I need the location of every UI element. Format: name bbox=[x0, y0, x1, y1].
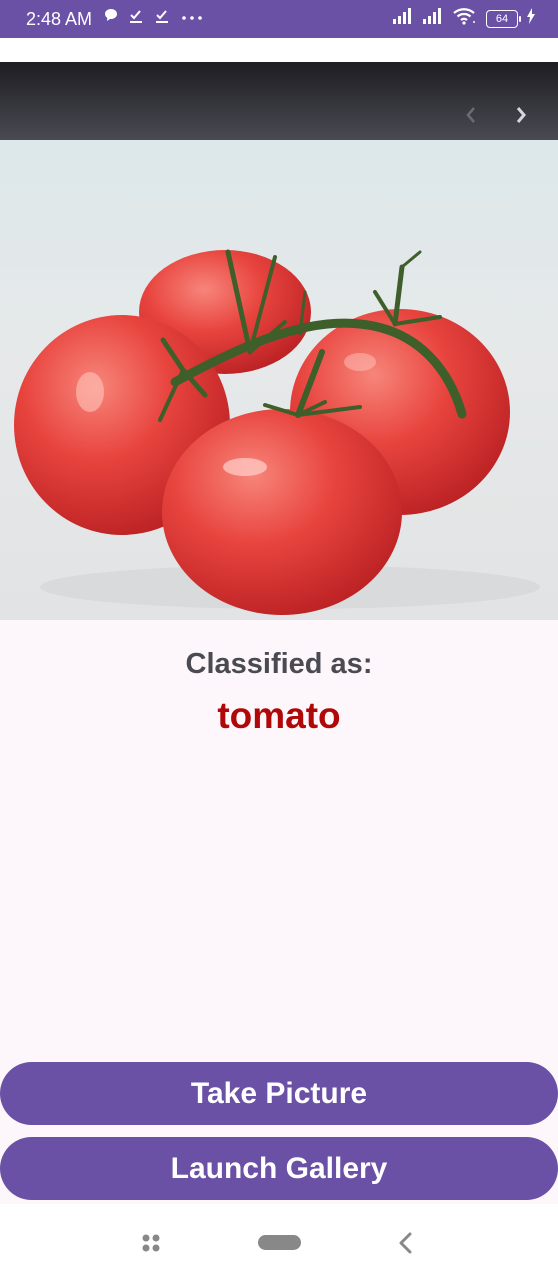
status-bar: 2:48 AM 64 bbox=[0, 0, 558, 38]
check-icon bbox=[128, 8, 144, 29]
tomato-photo bbox=[0, 62, 558, 620]
back-icon[interactable] bbox=[396, 1232, 416, 1254]
battery-icon: 64 bbox=[486, 9, 521, 28]
recent-apps-icon[interactable] bbox=[140, 1232, 162, 1254]
navigation-bar bbox=[0, 1204, 558, 1280]
signal-icon bbox=[392, 7, 414, 30]
chat-bubble-icon bbox=[104, 8, 118, 29]
battery-level: 64 bbox=[495, 12, 509, 25]
system-icons: 64 bbox=[392, 7, 536, 30]
notification-icons bbox=[104, 8, 204, 29]
signal-icon bbox=[422, 7, 444, 30]
more-dots-icon bbox=[180, 8, 204, 29]
take-picture-button[interactable]: Take Picture bbox=[0, 1062, 558, 1125]
launch-gallery-button[interactable]: Launch Gallery bbox=[0, 1137, 558, 1200]
charging-icon bbox=[526, 8, 536, 29]
classified-image bbox=[0, 62, 558, 620]
status-time: 2:48 AM bbox=[26, 9, 93, 29]
wifi-icon bbox=[452, 7, 478, 30]
home-icon[interactable] bbox=[258, 1235, 301, 1250]
classified-label: Classified as: bbox=[185, 648, 373, 680]
check-icon bbox=[154, 8, 170, 29]
photo-top-margin bbox=[0, 38, 558, 62]
classification-result: tomato bbox=[217, 695, 341, 736]
